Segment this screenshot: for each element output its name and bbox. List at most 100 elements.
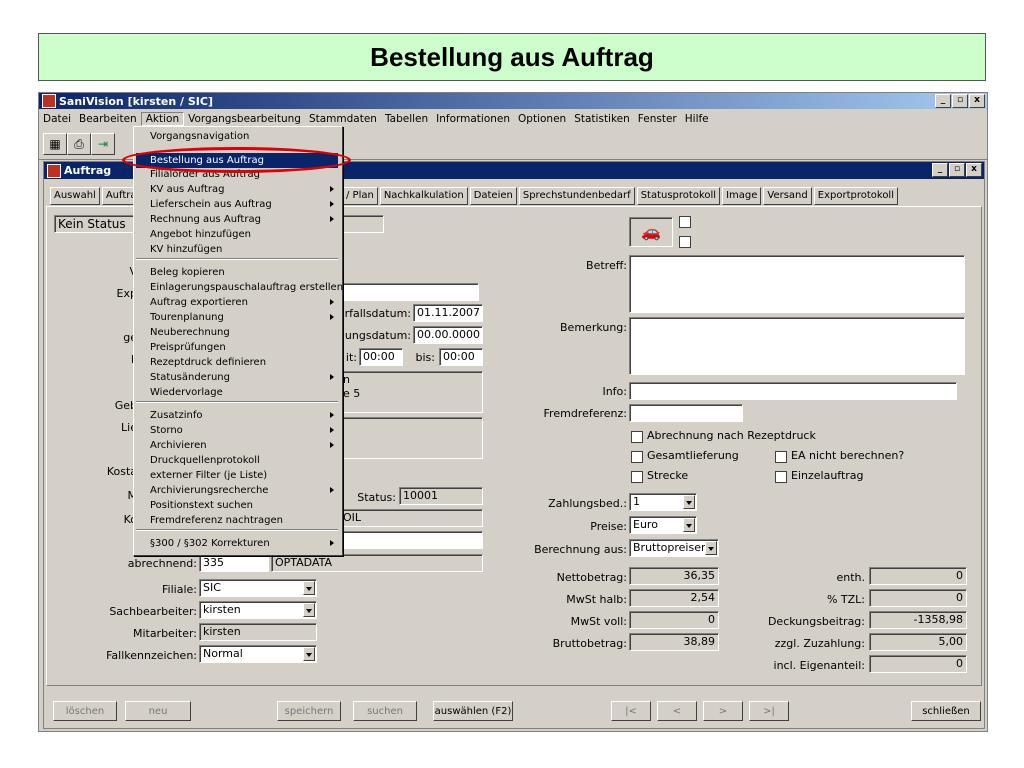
fallkennzeichen-select[interactable]: Normal [199, 645, 317, 663]
text-field-b[interactable] [339, 531, 483, 549]
info-input[interactable] [629, 382, 957, 400]
order-minimize-button[interactable]: _ [932, 163, 948, 177]
abrechnend-input[interactable]: 335 [199, 554, 269, 572]
order-restore-button[interactable]: ▫ [949, 163, 965, 177]
menu-item-18[interactable]: Storno [136, 423, 338, 438]
car-icon[interactable]: 🚗 [629, 217, 673, 247]
prev-record-button[interactable]: < [657, 701, 697, 721]
loeschen-button[interactable]: löschen [53, 701, 117, 721]
lieferung-input[interactable]: 00.00.0000 [413, 326, 483, 344]
speichern-button[interactable]: speichern [277, 701, 341, 721]
tab-exportprotokoll[interactable]: Exportprotokoll [813, 187, 898, 205]
close-button[interactable]: x [969, 94, 985, 108]
menu-item-22[interactable]: Archivierungsrecherche [136, 483, 338, 498]
restore-button[interactable]: ▫ [952, 94, 968, 108]
menu-bearbeiten[interactable]: Bearbeiten [75, 113, 141, 125]
chevron-down-icon[interactable] [303, 603, 315, 617]
auswaehlen-button[interactable]: auswählen (F2) [433, 701, 513, 721]
menu-item-14[interactable]: Rezeptdruck definieren [136, 355, 338, 370]
menu-item-11[interactable]: Tourenplanung [136, 310, 338, 325]
menu-datei[interactable]: Datei [39, 113, 75, 125]
ea-checkbox[interactable] [775, 451, 787, 463]
berechnung-select[interactable]: Bruttopreisen [629, 539, 719, 557]
menu-item-23[interactable]: Positionstext suchen [136, 498, 338, 513]
menu-item-19[interactable]: Archivieren [136, 438, 338, 453]
preise-select[interactable]: Euro [629, 516, 697, 534]
menu-statistiken[interactable]: Statistiken [570, 113, 634, 125]
menu-item-7[interactable]: KV hinzufügen [136, 242, 338, 257]
menu-item-5[interactable]: Rechnung aus Auftrag [136, 212, 338, 227]
einzelauftrag-label: Einzelauftrag [791, 469, 864, 482]
menu-optionen[interactable]: Optionen [514, 113, 570, 125]
tab-nachkalkulation[interactable]: Nachkalkulation [379, 187, 468, 205]
verfall-input[interactable]: 01.11.2007 [413, 304, 483, 322]
partial-label-ko: Ko [123, 513, 137, 526]
menu-fenster[interactable]: Fenster [634, 113, 681, 125]
filiale-select[interactable]: SIC [199, 579, 317, 597]
menu-item-24[interactable]: Fremdreferenz nachtragen [136, 513, 338, 528]
menu-item-6[interactable]: Angebot hinzufügen [136, 227, 338, 242]
menu-item-3[interactable]: KV aus Auftrag [136, 182, 338, 197]
tab-plan[interactable]: / Plan [342, 187, 378, 205]
menu-item-12[interactable]: Neuberechnung [136, 325, 338, 340]
tab-sprechstundenbedarf[interactable]: Sprechstundenbedarf [518, 187, 635, 205]
fremdreferenz-input[interactable] [629, 404, 743, 422]
menu-item-4[interactable]: Lieferschein aus Auftrag [136, 197, 338, 212]
exit-icon[interactable]: ⇥ [91, 133, 115, 155]
zahlungsbed-select[interactable]: 1 [629, 493, 697, 511]
tab-auswahl[interactable]: Auswahl [50, 187, 100, 205]
menu-item-20[interactable]: Druckquellenprotokoll [136, 453, 338, 468]
menu-hilfe[interactable]: Hilfe [681, 113, 713, 125]
first-record-button[interactable]: |< [611, 701, 651, 721]
filiale-label: Filiale: [162, 583, 197, 596]
strecke-checkbox[interactable] [631, 471, 643, 483]
last-record-button[interactable]: >| [749, 701, 789, 721]
menu-item-21[interactable]: externer Filter (je Liste) [136, 468, 338, 483]
zeit-to-input[interactable]: 00:00 [439, 348, 483, 366]
rezeptdruck-label: Abrechnung nach Rezeptdruck [647, 429, 816, 442]
chevron-down-icon[interactable] [303, 581, 315, 595]
suchen-button[interactable]: suchen [353, 701, 417, 721]
menu-item-25[interactable]: §300 / §302 Korrekturen [136, 536, 338, 551]
chevron-down-icon[interactable] [683, 518, 695, 532]
betreff-input[interactable] [629, 255, 965, 313]
neu-button[interactable]: neu [125, 701, 191, 721]
tab-image[interactable]: Image [722, 187, 762, 205]
menu-item-0[interactable]: Vorgangsnavigation [136, 129, 338, 144]
menu-item-8[interactable]: Beleg kopieren [136, 265, 338, 280]
menu-stammdaten[interactable]: Stammdaten [305, 113, 381, 125]
chevron-down-icon[interactable] [705, 541, 717, 555]
menu-item-17[interactable]: Zusatzinfo [136, 408, 338, 423]
menu-vorgangsbearbeitung[interactable]: Vorgangsbearbeitung [184, 113, 305, 125]
car-checkbox-2[interactable] [679, 236, 691, 248]
menu-item-15[interactable]: Statusänderung [136, 370, 338, 385]
menu-informationen[interactable]: Informationen [432, 113, 514, 125]
bemerkung-input[interactable] [629, 317, 965, 375]
rezeptdruck-checkbox[interactable] [631, 431, 643, 443]
menu-item-13[interactable]: Preisprüfungen [136, 340, 338, 355]
text-field-a[interactable] [339, 283, 479, 301]
schliessen-button[interactable]: schließen [911, 701, 981, 721]
gesamtlieferung-checkbox[interactable] [631, 451, 643, 463]
menu-item-9[interactable]: Einlagerungspauschalauftrag erstellen [136, 280, 343, 295]
minimize-button[interactable]: _ [935, 94, 951, 108]
tab-dateien[interactable]: Dateien [469, 187, 517, 205]
tab-statusprotokoll[interactable]: Statusprotokoll [636, 187, 721, 205]
zeit-from-input[interactable]: 00:00 [359, 348, 403, 366]
highlight-ellipse [122, 147, 351, 173]
tab-versand[interactable]: Versand [763, 187, 812, 205]
menu-item-16[interactable]: Wiedervorlage [136, 385, 338, 400]
einzelauftrag-checkbox[interactable] [775, 471, 787, 483]
calculator-icon[interactable]: ▦ [43, 133, 67, 155]
berechnung-label: Berechnung aus: [534, 543, 627, 556]
chevron-down-icon[interactable] [303, 647, 315, 661]
menu-tabellen[interactable]: Tabellen [381, 113, 432, 125]
next-record-button[interactable]: > [703, 701, 743, 721]
menu-item-10[interactable]: Auftrag exportieren [136, 295, 338, 310]
sachbearbeiter-select[interactable]: kirsten [199, 601, 317, 619]
car-checkbox-1[interactable] [679, 216, 691, 228]
chevron-down-icon[interactable] [683, 495, 695, 509]
order-close-button[interactable]: x [966, 163, 982, 177]
printer-icon[interactable]: ⎙ [67, 133, 91, 155]
menu-aktion[interactable]: Aktion [140, 111, 185, 126]
